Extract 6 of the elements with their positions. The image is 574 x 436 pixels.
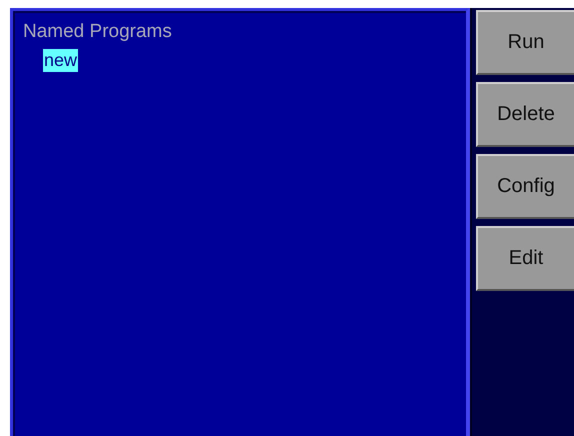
action-button[interactable]: Config [476, 154, 574, 219]
panel-title: Named Programs [23, 21, 172, 43]
action-button[interactable]: Delete [476, 82, 574, 147]
program-item[interactable]: new [43, 49, 78, 72]
action-button[interactable]: Edit [476, 226, 574, 291]
action-button[interactable]: Run [476, 10, 574, 75]
